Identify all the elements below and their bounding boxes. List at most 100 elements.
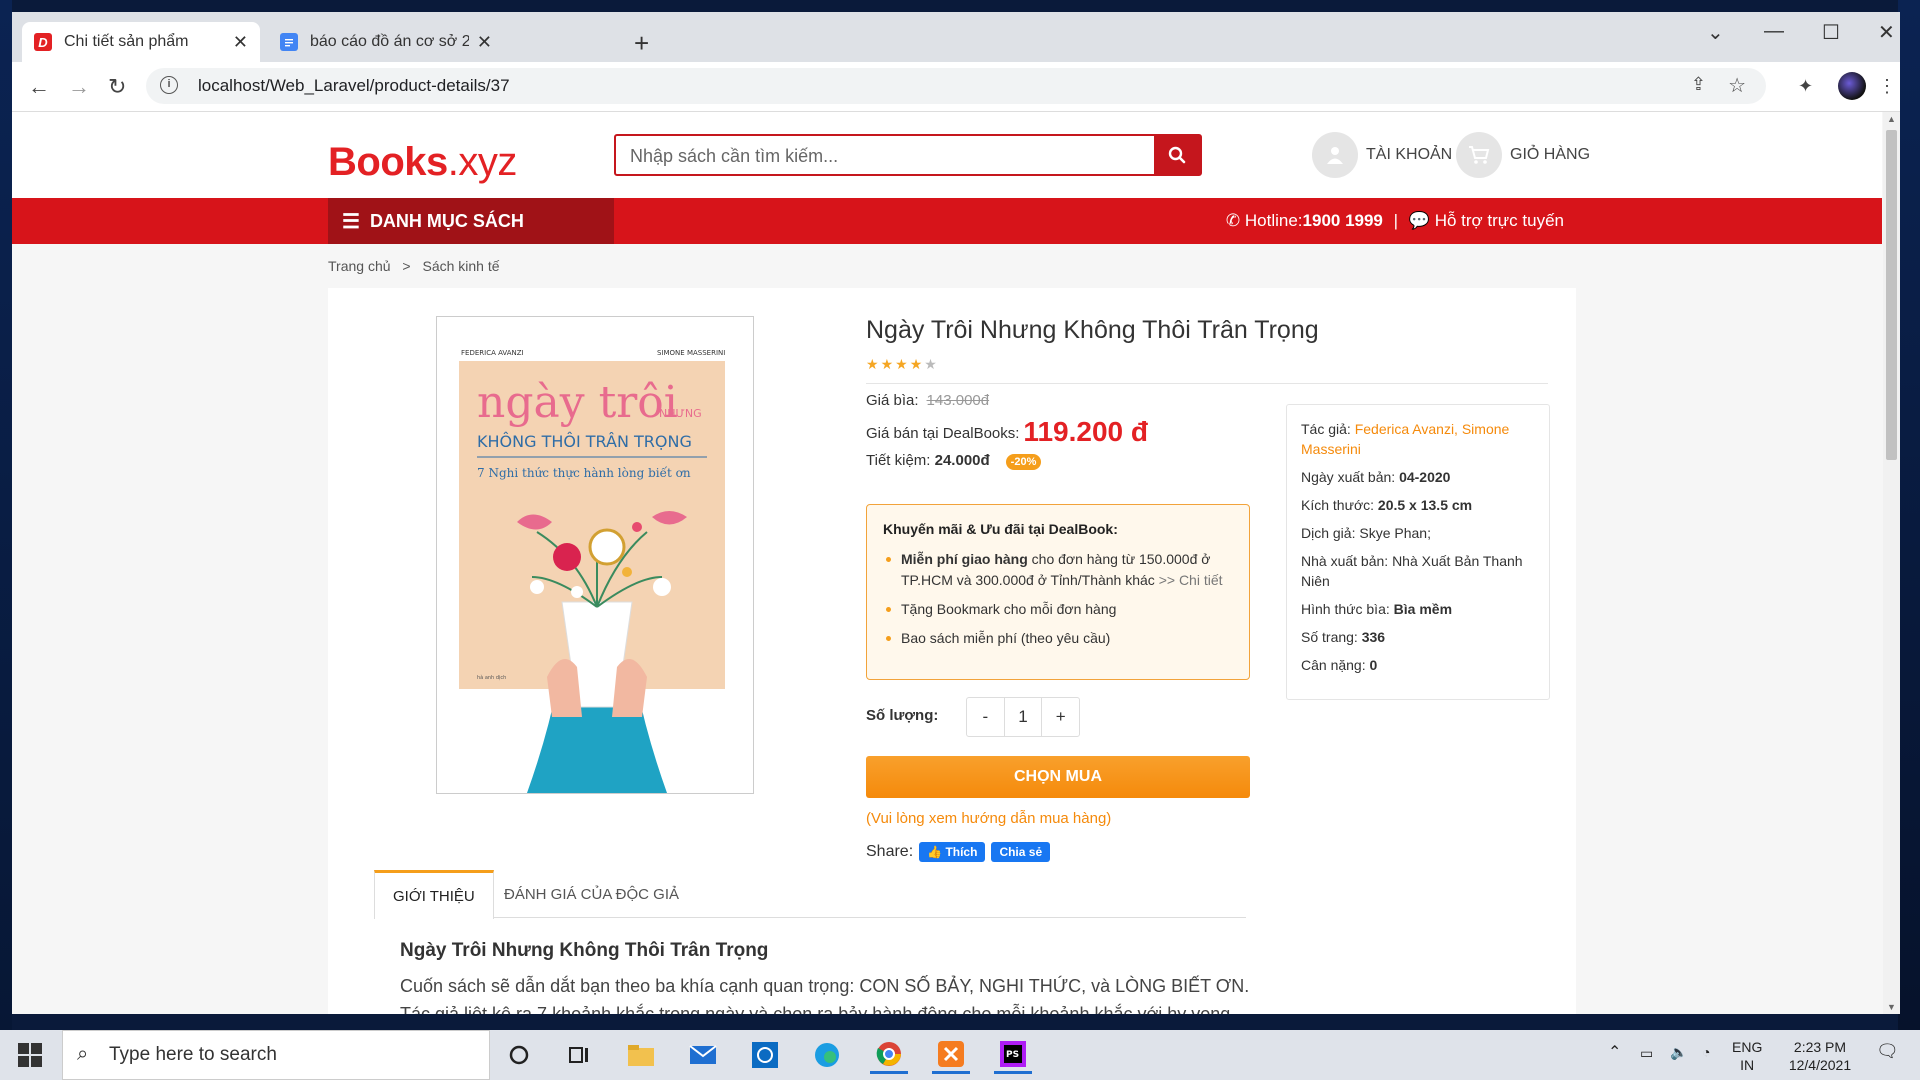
saving-row: Tiết kiệm: 24.000đ -20%: [866, 452, 1042, 470]
tab-intro[interactable]: GIỚI THIỆU: [374, 870, 494, 919]
taskbar-search-box[interactable]: ⌕ Type here to search: [62, 1030, 490, 1080]
address-bar[interactable]: i localhost/Web_Laravel/product-details/…: [146, 68, 1766, 104]
desktop-wallpaper-right: [1898, 0, 1920, 1030]
category-label: DANH MỤC SÁCH: [369, 210, 524, 231]
tab-reviews[interactable]: ĐÁNH GIÁ CỦA ĐỘC GIẢ: [486, 870, 697, 918]
dell-app-icon[interactable]: [746, 1036, 784, 1074]
list-price-row: Giá bìa: 143.000đ: [866, 392, 989, 409]
xampp-icon[interactable]: [932, 1036, 970, 1074]
minimize-icon[interactable]: —: [1764, 20, 1784, 43]
scroll-up-arrow-icon[interactable]: ▲: [1887, 114, 1896, 124]
scrollbar-thumb[interactable]: [1886, 130, 1897, 460]
hotline-info: ✆ Hotline:1900 1999 | 💬 Hỗ trợ trực tuyế…: [1226, 211, 1564, 231]
star-icon: ★: [866, 356, 881, 372]
hotline-number[interactable]: 1900 1999: [1303, 211, 1383, 230]
close-window-icon[interactable]: ✕: [1878, 20, 1895, 45]
phpstorm-icon[interactable]: PS: [994, 1036, 1032, 1074]
windows-start-icon[interactable]: [18, 1043, 42, 1067]
category-menu-button[interactable]: ☰ DANH MỤC SÁCH: [328, 198, 614, 244]
site-logo[interactable]: Books.xyz: [328, 140, 517, 185]
browser-menu-icon[interactable]: ⋮: [1878, 76, 1896, 97]
list-price-label: Giá bìa:: [866, 392, 919, 409]
wifi-icon[interactable]: ◔: [1702, 1043, 1710, 1061]
discount-badge: -20%: [1005, 454, 1042, 470]
quantity-decrease-button[interactable]: -: [967, 698, 1005, 736]
cart-link[interactable]: GIỎ HÀNG: [1456, 132, 1590, 178]
language-indicator[interactable]: ENG IN: [1732, 1038, 1762, 1074]
cortana-icon[interactable]: [500, 1036, 538, 1074]
star-icon: ★: [895, 356, 910, 372]
browser-window: D Chi tiết sản phẩm ✕ báo cáo đồ án cơ s…: [12, 12, 1900, 1014]
cover-title-line2: KHÔNG THÔI TRÂN TRỌNG: [477, 432, 692, 451]
file-explorer-icon[interactable]: [622, 1036, 660, 1074]
new-tab-plus-icon[interactable]: +: [634, 28, 649, 59]
mail-icon[interactable]: [684, 1036, 722, 1074]
saving-amount: 24.000đ: [934, 452, 990, 469]
breadcrumb-category[interactable]: Sách kinh tế: [422, 258, 499, 274]
sale-price: 119.200 đ: [1023, 416, 1148, 447]
page-scrollbar[interactable]: ▲ ▼: [1883, 112, 1900, 1014]
purchase-guide-link[interactable]: (Vui lòng xem hướng dẫn mua hàng): [866, 810, 1111, 827]
close-tab-icon[interactable]: ✕: [233, 32, 248, 53]
star-icon: ★: [909, 356, 925, 372]
product-cover-image[interactable]: FEDERICA AVANZI SIMONE MASSERINI ngày tr…: [436, 316, 754, 794]
cover-title-line1: ngày trôi: [477, 377, 678, 428]
breadcrumb-separator: >: [402, 258, 411, 274]
rating-stars: ★★★★★: [866, 356, 939, 373]
saving-label: Tiết kiệm:: [866, 452, 931, 469]
chrome-browser-icon[interactable]: [870, 1036, 908, 1074]
facebook-share-button[interactable]: Chia sẻ: [991, 842, 1051, 862]
quantity-increase-button[interactable]: +: [1041, 698, 1079, 736]
title-divider: [866, 383, 1548, 384]
phone-icon: ✆: [1225, 211, 1241, 230]
search-input[interactable]: Nhập sách cần tìm kiếm...: [630, 146, 838, 167]
notifications-icon[interactable]: 🗨: [1876, 1042, 1899, 1060]
forward-arrow-icon[interactable]: →: [68, 74, 90, 100]
volume-icon[interactable]: 🔈: [1670, 1043, 1687, 1061]
detail-label: Kích thước:: [1301, 497, 1375, 513]
detail-publisher: Nhà xuất bản: Nhà Xuất Bản Thanh Niên: [1301, 551, 1535, 591]
promotion-item: Bao sách miễn phí (theo yêu cầu): [883, 628, 1233, 649]
facebook-like-button[interactable]: 👍 Thích: [919, 842, 986, 862]
support-link[interactable]: Hỗ trợ trực tuyến: [1435, 211, 1564, 230]
edge-browser-icon[interactable]: [808, 1036, 846, 1074]
desktop-wallpaper-left: [0, 0, 12, 1030]
browser-toolbar: ← → ↻ i localhost/Web_Laravel/product-de…: [12, 62, 1900, 112]
scroll-down-arrow-icon[interactable]: ▼: [1887, 1002, 1896, 1012]
maximize-icon[interactable]: ☐: [1822, 20, 1840, 45]
task-view-icon[interactable]: [560, 1036, 598, 1074]
page-viewport: Books.xyz Nhập sách cần tìm kiếm... TÀI …: [12, 112, 1898, 1014]
show-hidden-icons-chevron-icon[interactable]: ⌃: [1608, 1044, 1621, 1062]
tab-product-details[interactable]: D Chi tiết sản phẩm ✕: [22, 22, 260, 62]
clock[interactable]: 2:23 PM 12/4/2021: [1774, 1038, 1866, 1074]
extensions-puzzle-icon[interactable]: ✦: [1798, 76, 1813, 97]
url-text[interactable]: localhost/Web_Laravel/product-details/37: [198, 76, 510, 96]
chat-icon: 💬: [1408, 211, 1430, 230]
profile-avatar[interactable]: [1838, 72, 1866, 100]
battery-icon[interactable]: ▭: [1640, 1044, 1653, 1062]
facebook-like-label: Thích: [945, 845, 978, 859]
share-page-icon[interactable]: ⇪: [1691, 74, 1706, 95]
description-title: Ngày Trôi Nhưng Không Thôi Trân Trọng: [400, 940, 769, 961]
quantity-input[interactable]: 1: [1005, 698, 1042, 736]
bookmark-star-icon[interactable]: ☆: [1728, 73, 1746, 98]
promo-details-link[interactable]: >> Chi tiết: [1155, 572, 1223, 588]
site-info-icon[interactable]: i: [160, 76, 178, 94]
detail-value: Bìa mềm: [1393, 601, 1453, 617]
detail-weight: Cân nặng: 0: [1301, 655, 1535, 675]
detail-label: Nhà xuất bản:: [1301, 553, 1389, 569]
tab-search-chevron-icon[interactable]: ⌄: [1707, 20, 1724, 45]
search-button[interactable]: [1154, 136, 1200, 174]
account-link[interactable]: TÀI KHOẢN: [1312, 132, 1452, 178]
clock-date: 12/4/2021: [1788, 1057, 1852, 1073]
star-empty-icon: ★: [924, 356, 939, 372]
product-title: Ngày Trôi Nhưng Không Thôi Trân Trọng: [866, 316, 1319, 344]
breadcrumb-home[interactable]: Trang chủ: [328, 258, 391, 274]
buy-button[interactable]: CHỌN MUA: [866, 756, 1250, 798]
detail-label: Dịch giả:: [1301, 525, 1356, 541]
tab-google-docs[interactable]: báo cáo đồ án cơ sở 2 - Google Docs ✕: [268, 22, 504, 62]
close-tab-icon[interactable]: ✕: [477, 32, 492, 53]
cover-translator: hà anh dịch: [477, 674, 506, 681]
reload-icon[interactable]: ↻: [108, 74, 126, 100]
back-arrow-icon[interactable]: ←: [28, 74, 50, 100]
